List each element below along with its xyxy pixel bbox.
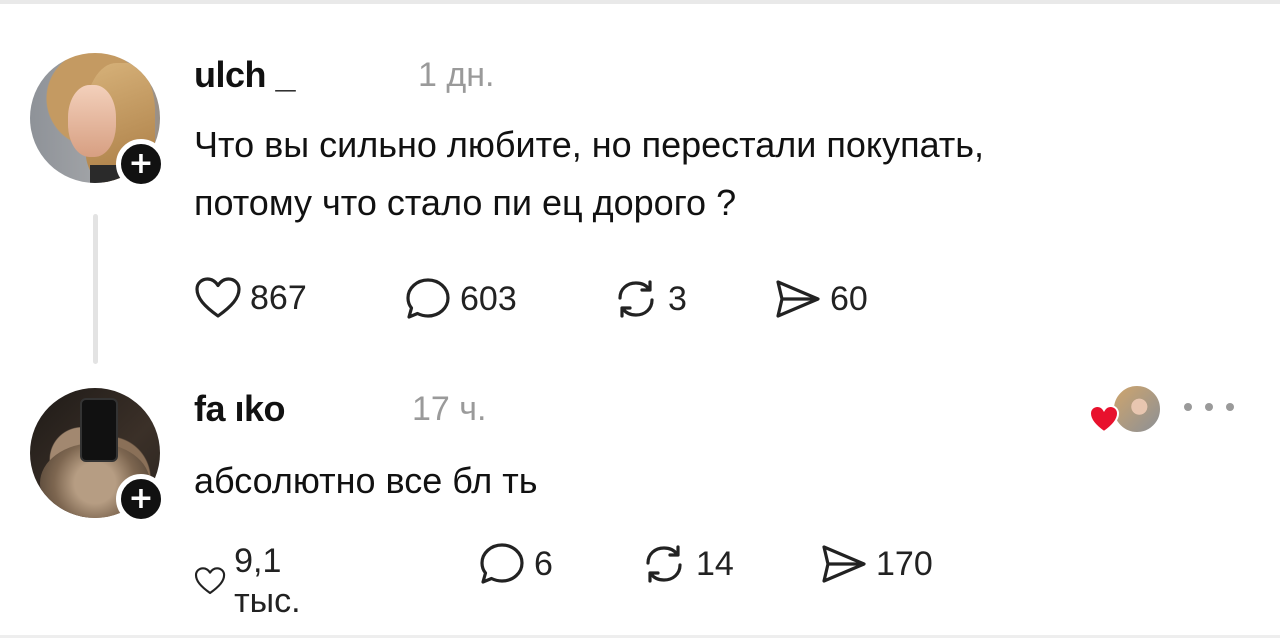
avatar-phone (80, 398, 118, 462)
follow-plus-icon[interactable]: + (116, 474, 166, 524)
like-count: 9,1 тыс. (234, 542, 301, 620)
dot (1226, 403, 1234, 411)
paper-plane-icon (776, 280, 820, 318)
reply-time: 17 ч. (412, 390, 487, 428)
repost-button[interactable]: 3 (612, 276, 687, 322)
post-text-line: Что вы сильно любите, но перестали покуп… (194, 124, 985, 165)
repost-arrows-icon (646, 545, 682, 583)
top-divider (0, 0, 1280, 4)
share-count: 170 (876, 545, 933, 583)
repost-button[interactable]: 14 (640, 541, 734, 587)
like-count: 867 (250, 279, 307, 317)
red-heart-icon (1088, 404, 1120, 434)
dot (1205, 403, 1213, 411)
repost-count: 3 (668, 280, 687, 318)
follow-plus-icon[interactable]: + (116, 139, 166, 189)
thread-line (93, 214, 98, 364)
share-count: 60 (830, 280, 868, 318)
share-button[interactable]: 170 (818, 541, 933, 587)
post-time: 1 дн. (418, 56, 495, 94)
paper-plane-icon (822, 545, 866, 583)
repost-count: 14 (696, 545, 734, 583)
comment-count: 6 (534, 545, 553, 583)
like-button[interactable]: 9,1 тыс. (194, 541, 316, 621)
heart-outline-icon (194, 567, 226, 595)
reply-text: абсолютно все бл ть (194, 460, 538, 501)
post-username[interactable]: ulch _ (194, 54, 296, 96)
comment-button[interactable]: 603 (404, 276, 517, 322)
reply-username[interactable]: fa ıko (194, 388, 286, 430)
speech-bubble-icon (406, 278, 450, 319)
dot (1184, 403, 1192, 411)
comment-button[interactable]: 6 (478, 541, 553, 587)
comment-count: 603 (460, 280, 517, 318)
like-button[interactable]: 867 (194, 276, 307, 320)
three-dots-icon[interactable] (1184, 398, 1234, 416)
avatar-face (68, 85, 116, 157)
share-button[interactable]: 60 (772, 276, 868, 322)
speech-bubble-icon (480, 543, 524, 584)
heart-outline-icon (195, 277, 241, 318)
post-text-line: потому что стало пи ец дорого ? (194, 182, 737, 223)
repost-arrows-icon (618, 280, 654, 318)
